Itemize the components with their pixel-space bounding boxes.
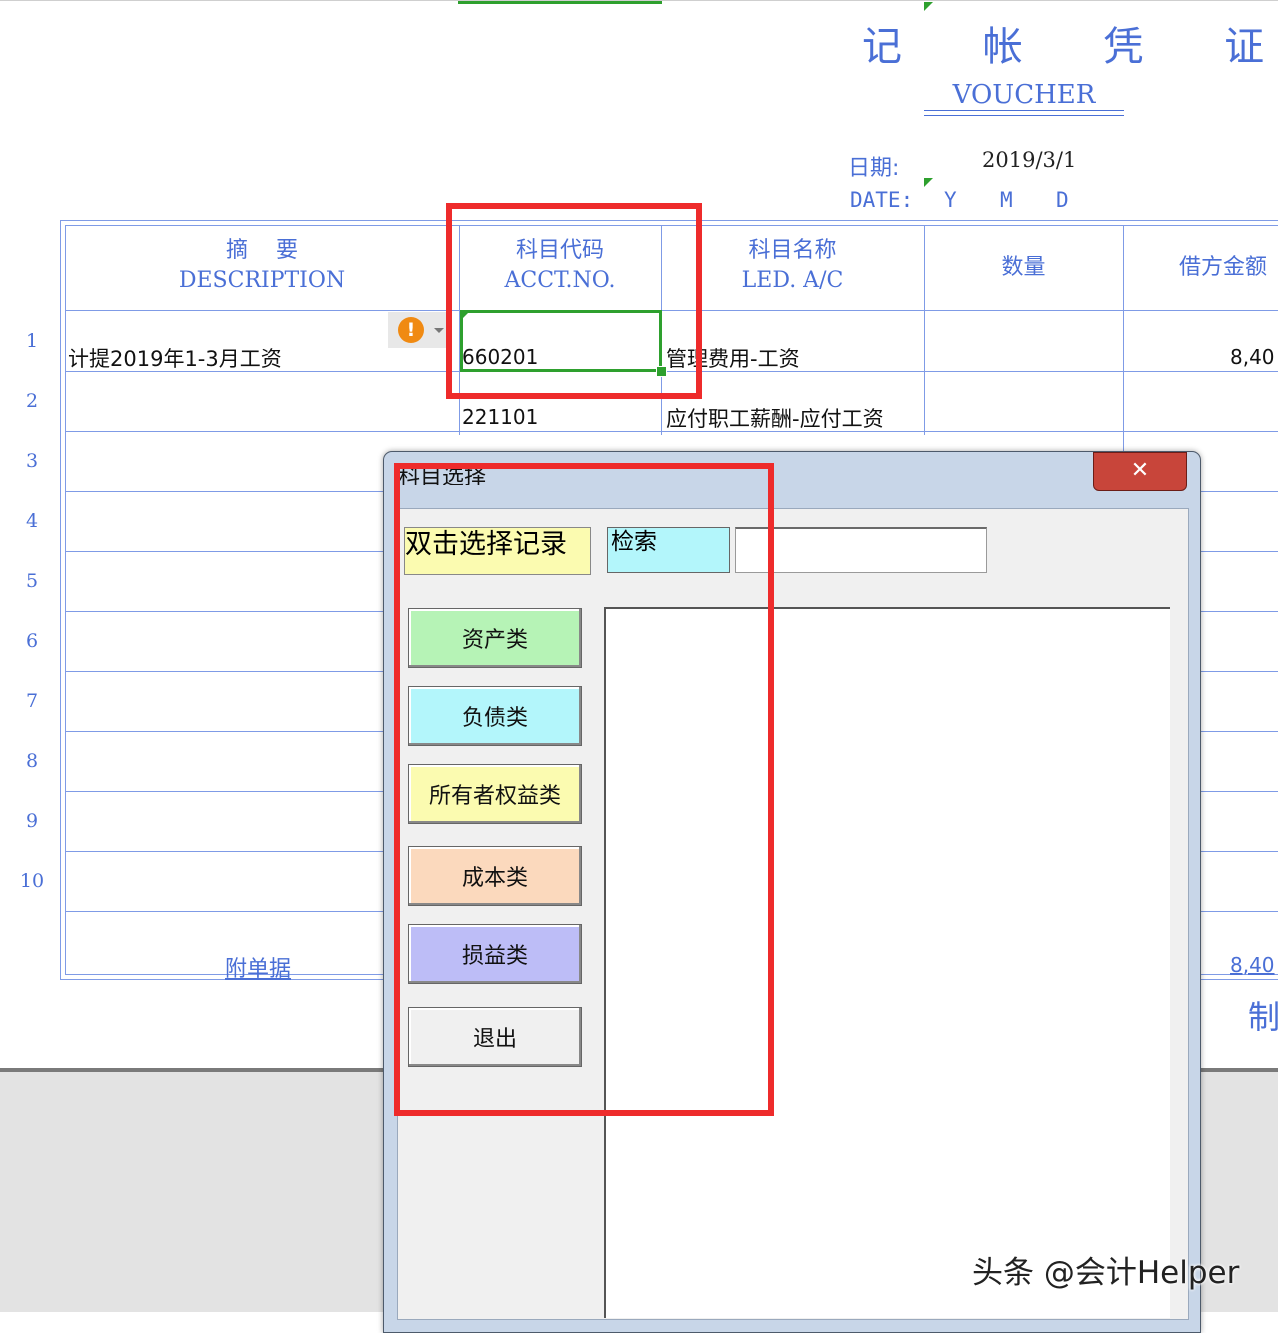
top-border (0, 0, 1278, 1)
error-indicator[interactable]: ! (388, 312, 446, 348)
date-m: M (1000, 188, 1013, 212)
title-underline (924, 110, 1124, 116)
footer-maker-label: 制 (1248, 998, 1278, 1036)
header-description-cn: 摘 要 (226, 238, 298, 263)
row-number: 1 (25, 330, 39, 352)
cell-corner-marker (924, 2, 933, 11)
date-value[interactable]: 2019/3/1 (982, 148, 1076, 172)
footer-debit-total: 8,40 (1230, 953, 1275, 977)
cell-account-name[interactable]: 应付职工薪酬-应付工资 (666, 403, 884, 433)
close-icon: ✕ (1130, 458, 1150, 483)
highlight-dialog-panel (394, 463, 774, 1116)
warning-icon: ! (398, 317, 424, 343)
row-number: 9 (25, 810, 39, 832)
date-d: D (1056, 188, 1069, 212)
voucher-title: 记 帐 凭 证 (862, 24, 1278, 70)
header-description-en: DESCRIPTION (178, 268, 346, 293)
row-number: 8 (25, 750, 39, 772)
date-y: Y (944, 188, 957, 212)
header-debit: 借方金额 (1179, 255, 1268, 280)
cell-description[interactable]: 计提2019年1-3月工资 (68, 343, 282, 373)
chevron-down-icon (434, 328, 444, 333)
footer-attachments: 附单据 (225, 957, 292, 982)
highlight-acct-column (446, 203, 702, 399)
cell-corner-marker (924, 178, 933, 187)
row-number: 6 (25, 630, 39, 652)
voucher-title-en: VOUCHER (952, 80, 1096, 110)
row-number: 10 (19, 870, 45, 892)
row-number: 3 (25, 450, 39, 472)
row-number: 4 (25, 510, 39, 532)
header-quantity: 数量 (1001, 255, 1046, 280)
row-number: 5 (25, 570, 39, 592)
watermark: 头条 @会计Helper (972, 1255, 1240, 1291)
date-label-en: DATE: (850, 188, 914, 212)
row-number: 2 (25, 390, 39, 412)
dialog-close-button[interactable]: ✕ (1093, 452, 1187, 491)
cell-acct-no[interactable]: 221101 (462, 405, 538, 429)
header-description: 摘 要 DESCRIPTION (65, 236, 459, 296)
date-label-cn: 日期: (848, 156, 900, 181)
row-number: 7 (25, 690, 39, 712)
cell-debit[interactable]: 8,40 (1230, 345, 1275, 369)
